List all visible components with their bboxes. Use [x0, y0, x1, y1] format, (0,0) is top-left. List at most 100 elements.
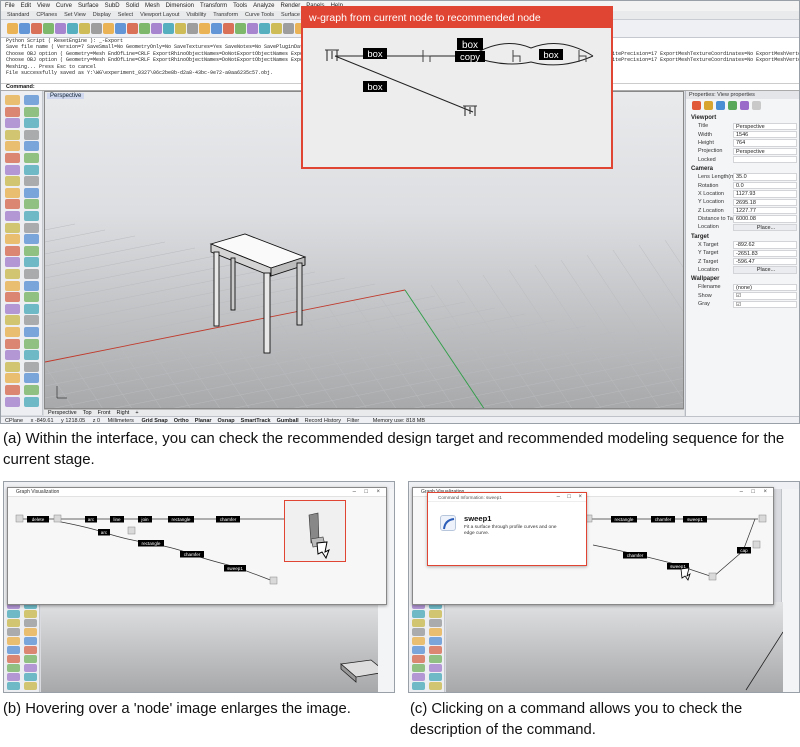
property-value[interactable]: 2695.18: [733, 198, 797, 207]
property-value[interactable]: Perspective: [733, 147, 797, 156]
status-toggle[interactable]: Planar: [195, 418, 212, 423]
status-toggle[interactable]: Ortho: [174, 418, 189, 423]
toolbar-icon[interactable]: [151, 23, 162, 34]
tool-icon[interactable]: [24, 628, 37, 636]
edge-label[interactable]: join: [138, 516, 152, 523]
tool-icon[interactable]: [7, 646, 20, 654]
tool-icon[interactable]: [412, 646, 425, 654]
edge-label[interactable]: cap: [737, 547, 751, 554]
edge-label[interactable]: arc: [98, 529, 110, 536]
tool-icon[interactable]: [5, 222, 20, 233]
tool-icon[interactable]: [5, 257, 20, 268]
edge-label[interactable]: sweep1: [683, 516, 707, 523]
menu-item[interactable]: Edit: [21, 3, 31, 9]
edge-label[interactable]: rectangle: [168, 516, 194, 523]
toolbar-tab[interactable]: Select: [118, 12, 133, 18]
tool-icon[interactable]: [24, 245, 39, 256]
tool-icon[interactable]: [5, 118, 20, 129]
tool-icon[interactable]: [24, 257, 39, 268]
toolbar-icon[interactable]: [235, 23, 246, 34]
tool-icon[interactable]: [24, 338, 39, 349]
tool-icon[interactable]: [5, 106, 20, 117]
tool-icon[interactable]: [7, 619, 20, 627]
material-icon[interactable]: [704, 101, 713, 110]
tool-icon[interactable]: [7, 610, 20, 618]
tool-icon[interactable]: [24, 682, 37, 690]
tool-icon[interactable]: [24, 118, 39, 129]
status-toggle[interactable]: Grid Snap: [141, 418, 167, 423]
layer-icon[interactable]: [728, 101, 737, 110]
menu-item[interactable]: Mesh: [145, 3, 160, 9]
tool-icon[interactable]: [5, 164, 20, 175]
tool-icon[interactable]: [429, 664, 442, 672]
edge-label[interactable]: delete: [27, 516, 49, 523]
toolbar-tab[interactable]: CPlanes: [36, 12, 57, 18]
tool-icon[interactable]: [5, 338, 20, 349]
toolbar-tab[interactable]: Transform: [213, 12, 238, 18]
tool-icon[interactable]: [24, 637, 37, 645]
tool-icon[interactable]: [24, 396, 39, 407]
property-value[interactable]: -892.62: [733, 241, 797, 249]
property-value[interactable]: -2651.83: [733, 249, 797, 257]
tool-icon[interactable]: [429, 637, 442, 645]
render-icon[interactable]: [740, 101, 749, 110]
toolbar-icon[interactable]: [211, 23, 222, 34]
units-label[interactable]: Millimeters: [108, 418, 134, 423]
edge-label[interactable]: box: [363, 48, 387, 60]
property-value[interactable]: ☑: [733, 292, 797, 300]
command-info-window[interactable]: Command Information: sweep1 – □ × sweep1…: [427, 492, 587, 566]
property-value[interactable]: Place...: [733, 266, 797, 274]
tool-icon[interactable]: [24, 373, 39, 384]
menu-item[interactable]: Curve: [56, 3, 72, 9]
tool-icon[interactable]: [5, 153, 20, 163]
toolbar-icon[interactable]: [163, 23, 174, 34]
menu-item[interactable]: Render: [281, 3, 301, 9]
toolbar-icon[interactable]: [247, 23, 258, 34]
tool-icon[interactable]: [412, 610, 425, 618]
tool-icon[interactable]: [24, 610, 37, 618]
property-value[interactable]: 1546: [733, 130, 797, 139]
toolbar-icon[interactable]: [175, 23, 186, 34]
tool-icon[interactable]: [5, 327, 20, 337]
tool-icon[interactable]: [24, 315, 39, 326]
edge-label[interactable]: box: [363, 81, 387, 93]
tool-icon[interactable]: [24, 361, 39, 372]
tool-icon[interactable]: [412, 619, 425, 627]
edge-label[interactable]: rectangle: [611, 516, 637, 523]
toolbar-icon[interactable]: [43, 23, 54, 34]
light-icon[interactable]: [716, 101, 725, 110]
tool-icon[interactable]: [24, 619, 37, 627]
status-toggle[interactable]: Filter: [347, 418, 359, 423]
tool-icon[interactable]: [24, 153, 39, 163]
toolbar-icon[interactable]: [115, 23, 126, 34]
tool-icon[interactable]: [24, 280, 39, 291]
menu-item[interactable]: Transform: [200, 3, 227, 9]
tool-icon[interactable]: [5, 269, 20, 279]
tool-icon[interactable]: [5, 234, 20, 245]
close-icon[interactable]: ×: [578, 493, 582, 502]
menu-item[interactable]: File: [5, 3, 15, 9]
tool-icon[interactable]: [429, 619, 442, 627]
toolbar-tab[interactable]: Visibility: [186, 12, 206, 18]
menu-item[interactable]: Surface: [78, 3, 99, 9]
tool-icon[interactable]: [24, 234, 39, 245]
tool-icon[interactable]: [5, 199, 20, 210]
tool-icon[interactable]: [24, 129, 39, 140]
toolbar-icon[interactable]: [79, 23, 90, 34]
tool-icon[interactable]: [429, 646, 442, 654]
tool-icon[interactable]: [429, 682, 442, 690]
toolbar-tab[interactable]: Standard: [7, 12, 29, 18]
tool-icon[interactable]: [24, 673, 37, 681]
tool-icon[interactable]: [24, 385, 39, 395]
tool-icon[interactable]: [24, 655, 37, 663]
toolbar-icon[interactable]: [271, 23, 282, 34]
tool-icon[interactable]: [7, 682, 20, 690]
edge-label[interactable]: box: [457, 38, 483, 51]
property-value[interactable]: 1127.93: [733, 190, 797, 198]
edge-label[interactable]: chamfer: [651, 516, 675, 523]
tool-icon[interactable]: [24, 222, 39, 233]
tool-icon[interactable]: [5, 396, 20, 407]
graph-node[interactable]: [269, 576, 278, 585]
status-toggle[interactable]: SmartTrack: [241, 418, 271, 423]
tool-icon[interactable]: [5, 176, 20, 187]
